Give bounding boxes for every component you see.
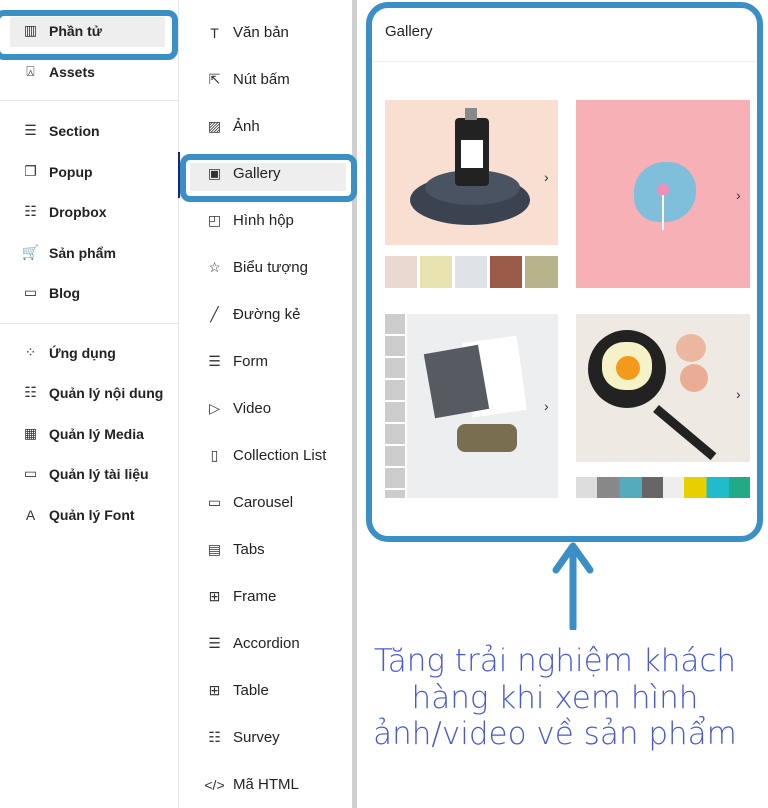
element-item-13[interactable]: ☰ Accordion xyxy=(206,635,300,652)
sidebar-item-label: Quản lý Media xyxy=(49,425,144,442)
arrow-up-icon xyxy=(552,542,594,630)
element-item-label: Đường kẻ xyxy=(233,306,301,323)
element-item-12[interactable]: ⊞ Frame xyxy=(206,588,277,605)
divider xyxy=(0,100,178,101)
sidebar-item-label: Blog xyxy=(49,284,81,301)
element-icon: ╱ xyxy=(210,306,219,322)
element-icon: ☷ xyxy=(208,729,221,745)
element-item-label: Hình hộp xyxy=(233,212,294,229)
element-item-15[interactable]: ☷ Survey xyxy=(206,729,280,746)
content-icon: ☷ xyxy=(24,384,37,400)
element-item-label: Accordion xyxy=(233,635,300,652)
element-icon: ▯ xyxy=(210,447,219,463)
element-item-label: Mã HTML xyxy=(233,776,299,793)
bookmark-icon: ⍓ xyxy=(26,63,35,79)
element-icon: ⊞ xyxy=(208,588,221,604)
element-item-8[interactable]: ▷ Video xyxy=(206,400,271,417)
element-item-label: Tabs xyxy=(233,541,265,558)
divider xyxy=(0,323,178,324)
folder-icon: ▭ xyxy=(23,465,38,481)
element-item-label: Collection List xyxy=(233,447,327,464)
element-item-1[interactable]: ⇱ Nút bấm xyxy=(206,71,290,88)
element-item-16[interactable]: </> Mã HTML xyxy=(204,776,299,793)
element-icon: ▤ xyxy=(207,541,222,557)
element-icon: T xyxy=(210,24,219,41)
sidebar-item-4[interactable]: ☷ Dropbox xyxy=(22,203,107,220)
sidebar-item-label: Quản lý Font xyxy=(49,506,135,523)
sidebar-item-9[interactable]: ▦ Quản lý Media xyxy=(22,425,144,442)
element-item-0[interactable]: T Văn bản xyxy=(206,24,289,41)
element-icon: ☰ xyxy=(208,353,221,369)
sidebar-item-5[interactable]: 🛒 Sản phẩm xyxy=(22,244,116,261)
element-icon: ◰ xyxy=(207,212,222,228)
highlight-box xyxy=(180,154,357,202)
dropbox-icon: ☷ xyxy=(24,203,37,219)
blog-icon: ▭ xyxy=(23,284,38,300)
highlight-box xyxy=(366,2,763,542)
element-item-10[interactable]: ▭ Carousel xyxy=(206,494,293,511)
annotation-line: hàng khi xem hình xyxy=(411,680,699,716)
media-icon: ▦ xyxy=(23,425,38,441)
element-item-2[interactable]: ▨ Ảnh xyxy=(206,118,260,135)
element-icon: ▷ xyxy=(209,400,220,416)
sidebar-item-label: Quản lý nội dung xyxy=(49,384,164,401)
popup-icon: ❐ xyxy=(24,163,37,179)
sidebar-item-label: Assets xyxy=(49,63,95,80)
element-item-label: Form xyxy=(233,353,268,370)
element-icon: ▨ xyxy=(207,118,222,134)
sidebar-item-label: Section xyxy=(49,122,100,139)
element-item-label: Carousel xyxy=(233,494,294,511)
element-item-label: Văn bản xyxy=(233,24,289,41)
element-item-11[interactable]: ▤ Tabs xyxy=(206,541,265,558)
element-item-14[interactable]: ⊞ Table xyxy=(206,682,269,699)
element-item-label: Survey xyxy=(233,729,280,746)
element-icon: ⇱ xyxy=(208,71,221,87)
element-item-label: Table xyxy=(233,682,269,699)
sidebar-item-3[interactable]: ❐ Popup xyxy=(22,163,93,180)
sidebar-item-label: Ứng dụng xyxy=(49,344,116,361)
element-item-label: Video xyxy=(233,400,272,417)
element-item-6[interactable]: ╱ Đường kẻ xyxy=(206,306,300,323)
element-item-label: Ảnh xyxy=(233,118,260,135)
sidebar-item-2[interactable]: ☰ Section xyxy=(22,122,100,139)
sidebar-item-label: Quản lý tài liệu xyxy=(49,465,149,482)
section-icon: ☰ xyxy=(24,122,37,138)
scrollbar[interactable] xyxy=(352,0,357,808)
element-item-4[interactable]: ◰ Hình hộp xyxy=(206,212,294,229)
sidebar-item-1[interactable]: ⍓ Assets xyxy=(22,63,95,80)
element-icon: ▭ xyxy=(207,494,222,510)
element-item-7[interactable]: ☰ Form xyxy=(206,353,268,370)
font-icon: A xyxy=(25,506,36,523)
annotation-line: Tăng trải nghiệm khách xyxy=(373,643,737,679)
element-item-5[interactable]: ☆ Biểu tượng xyxy=(206,259,308,276)
element-icon: </> xyxy=(204,776,225,793)
sidebar-item-7[interactable]: ⁘ Ứng dụng xyxy=(22,344,116,361)
sidebar-item-label: Popup xyxy=(49,163,93,180)
sidebar-item-label: Sản phẩm xyxy=(49,244,116,261)
element-item-label: Biểu tượng xyxy=(233,259,308,276)
element-icon: ☆ xyxy=(208,259,221,275)
sidebar-item-6[interactable]: ▭ Blog xyxy=(22,284,80,301)
element-item-label: Nút bấm xyxy=(233,71,290,88)
element-item-9[interactable]: ▯ Collection List xyxy=(206,447,327,464)
annotation-line: ảnh/video về sản phẩm xyxy=(373,716,737,752)
sidebar-item-label: Dropbox xyxy=(49,203,107,220)
cart-icon: 🛒 xyxy=(21,244,40,260)
sidebar-item-8[interactable]: ☷ Quản lý nội dung xyxy=(22,384,163,401)
element-item-label: Frame xyxy=(233,588,277,605)
element-icon: ⊞ xyxy=(208,682,221,698)
apps-icon: ⁘ xyxy=(24,344,37,360)
highlight-box xyxy=(0,10,178,60)
sidebar-item-10[interactable]: ▭ Quản lý tài liệu xyxy=(22,465,149,482)
sidebar-item-11[interactable]: A Quản lý Font xyxy=(22,506,135,523)
element-icon: ☰ xyxy=(208,635,221,651)
